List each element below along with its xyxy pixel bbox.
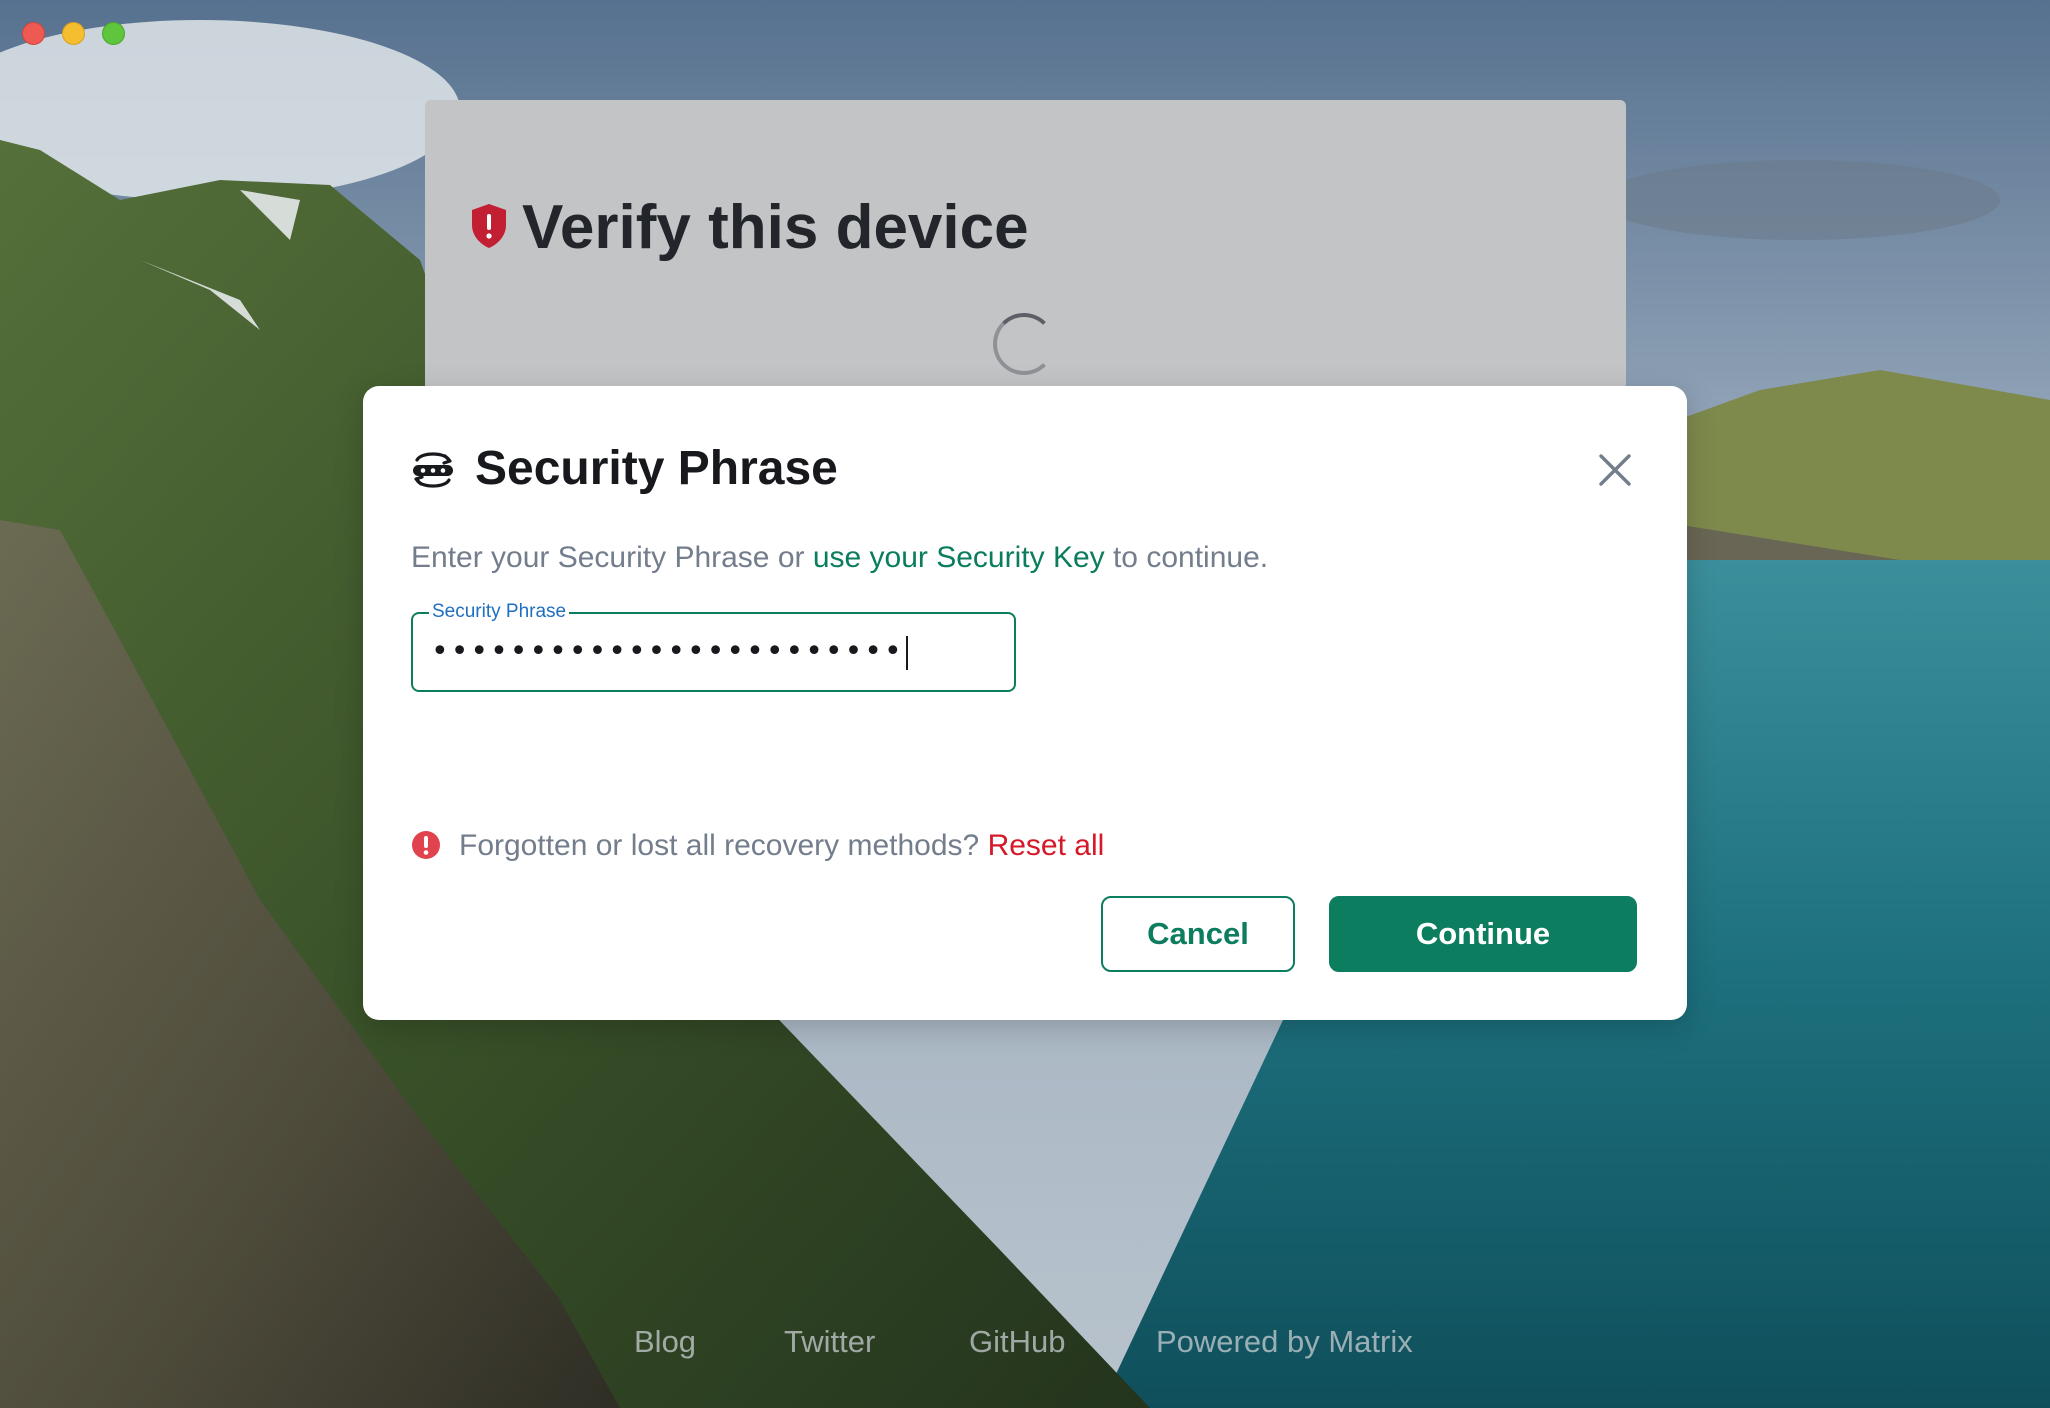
masked-value: ••••••••••••••••••••••••	[431, 634, 904, 669]
warning-text: Forgotten or lost all recovery methods? …	[459, 826, 1104, 866]
window-close-dot[interactable]	[22, 22, 45, 45]
loading-spinner	[993, 313, 1055, 375]
footer-link-twitter[interactable]: Twitter	[784, 1318, 875, 1366]
footer-links: Blog Twitter GitHub Powered by Matrix	[0, 1318, 2050, 1368]
description-prefix: Enter your Security Phrase or	[411, 541, 813, 574]
window-minimize-dot[interactable]	[62, 22, 85, 45]
description-suffix: to continue.	[1104, 541, 1269, 574]
text-caret	[905, 635, 908, 670]
cancel-button[interactable]: Cancel	[1101, 896, 1295, 972]
security-phrase-label: Security Phrase	[429, 601, 570, 623]
use-security-key-link[interactable]: use your Security Key	[813, 541, 1105, 574]
verify-device-title: Verify this device	[522, 193, 1029, 262]
shield-alert-icon	[472, 204, 506, 248]
close-icon[interactable]	[1597, 452, 1633, 488]
footer-link-blog[interactable]: Blog	[634, 1318, 696, 1366]
continue-button[interactable]: Continue	[1329, 896, 1637, 972]
dialog-description: Enter your Security Phrase or use your S…	[411, 538, 1268, 578]
reset-all-link[interactable]: Reset all	[988, 829, 1105, 862]
warning-message: Forgotten or lost all recovery methods?	[459, 829, 988, 862]
app-window: Verify this device Security Phrase Enter…	[0, 0, 2050, 1408]
security-phrase-input[interactable]: ••••••••••••••••••••••••	[431, 632, 908, 672]
security-phrase-dialog: Security Phrase Enter your Security Phra…	[363, 386, 1687, 1020]
footer-link-github[interactable]: GitHub	[969, 1318, 1065, 1366]
footer-link-powered-by-matrix[interactable]: Powered by Matrix	[1156, 1318, 1413, 1366]
window-zoom-dot[interactable]	[102, 22, 125, 45]
security-phrase-icon	[413, 452, 453, 488]
dialog-title: Security Phrase	[475, 442, 838, 495]
security-phrase-field[interactable]: Security Phrase ••••••••••••••••••••••••	[411, 601, 1016, 692]
error-circle-icon	[412, 831, 440, 859]
